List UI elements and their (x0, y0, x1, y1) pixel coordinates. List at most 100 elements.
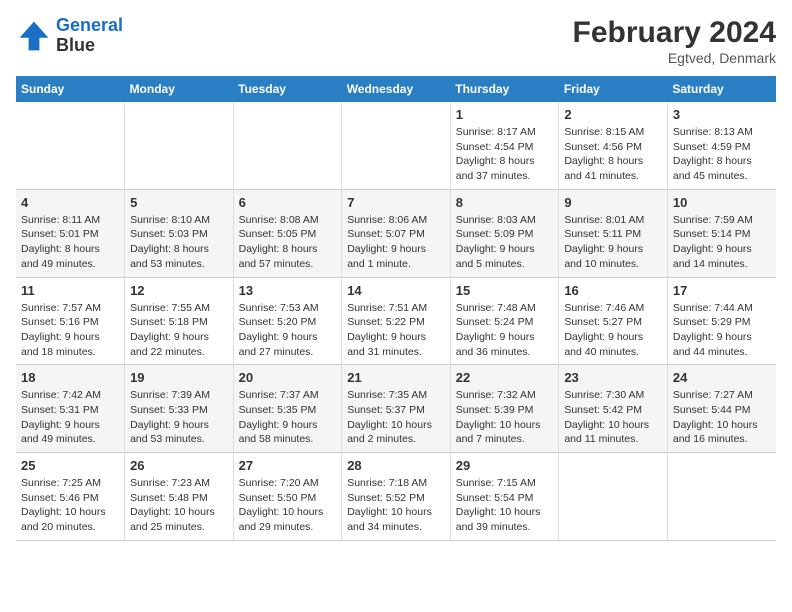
day-number: 19 (130, 370, 228, 385)
day-detail: Sunrise: 7:39 AM Sunset: 5:33 PM Dayligh… (130, 388, 228, 447)
day-number: 2 (564, 107, 662, 122)
day-number: 17 (673, 283, 771, 298)
calendar-day-1: 1 Sunrise: 8:17 AM Sunset: 4:54 PM Daylig… (450, 102, 559, 189)
calendar-day-21: 21 Sunrise: 7:35 AM Sunset: 5:37 PM Dayli… (342, 365, 451, 453)
calendar-empty-cell (559, 453, 668, 541)
calendar-day-12: 12 Sunrise: 7:55 AM Sunset: 5:18 PM Dayli… (125, 277, 234, 365)
calendar-day-11: 11 Sunrise: 7:57 AM Sunset: 5:16 PM Dayli… (16, 277, 125, 365)
calendar-day-18: 18 Sunrise: 7:42 AM Sunset: 5:31 PM Dayli… (16, 365, 125, 453)
day-detail: Sunrise: 7:15 AM Sunset: 5:54 PM Dayligh… (456, 476, 554, 535)
logo: GeneralBlue (16, 16, 123, 56)
day-number: 18 (21, 370, 119, 385)
calendar-day-7: 7 Sunrise: 8:06 AM Sunset: 5:07 PM Daylig… (342, 189, 451, 277)
day-detail: Sunrise: 8:06 AM Sunset: 5:07 PM Dayligh… (347, 213, 445, 272)
day-detail: Sunrise: 7:37 AM Sunset: 5:35 PM Dayligh… (239, 388, 337, 447)
day-number: 4 (21, 195, 119, 210)
day-number: 26 (130, 458, 228, 473)
calendar-day-10: 10 Sunrise: 7:59 AM Sunset: 5:14 PM Dayli… (667, 189, 776, 277)
day-detail: Sunrise: 7:57 AM Sunset: 5:16 PM Dayligh… (21, 301, 119, 360)
day-detail: Sunrise: 7:30 AM Sunset: 5:42 PM Dayligh… (564, 388, 662, 447)
day-detail: Sunrise: 7:51 AM Sunset: 5:22 PM Dayligh… (347, 301, 445, 360)
calendar-header-row: SundayMondayTuesdayWednesdayThursdayFrid… (16, 76, 776, 102)
day-header-friday: Friday (559, 76, 668, 102)
day-number: 16 (564, 283, 662, 298)
calendar-empty-cell (342, 102, 451, 189)
calendar-week-row: 1 Sunrise: 8:17 AM Sunset: 4:54 PM Daylig… (16, 102, 776, 189)
calendar-empty-cell (125, 102, 234, 189)
calendar-day-26: 26 Sunrise: 7:23 AM Sunset: 5:48 PM Dayli… (125, 453, 234, 541)
calendar-day-29: 29 Sunrise: 7:15 AM Sunset: 5:54 PM Dayli… (450, 453, 559, 541)
day-number: 1 (456, 107, 554, 122)
day-detail: Sunrise: 8:10 AM Sunset: 5:03 PM Dayligh… (130, 213, 228, 272)
calendar-day-28: 28Sunrise: 7:18 AM Sunset: 5:52 PM Dayli… (342, 453, 451, 541)
day-number: 7 (347, 195, 445, 210)
day-header-thursday: Thursday (450, 76, 559, 102)
day-number: 6 (239, 195, 337, 210)
day-detail: Sunrise: 8:03 AM Sunset: 5:09 PM Dayligh… (456, 213, 554, 272)
day-number: 20 (239, 370, 337, 385)
day-number: 21 (347, 370, 445, 385)
day-number: 13 (239, 283, 337, 298)
calendar-day-5: 5Sunrise: 8:10 AM Sunset: 5:03 PM Daylig… (125, 189, 234, 277)
day-detail: Sunrise: 7:18 AM Sunset: 5:52 PM Dayligh… (347, 476, 445, 535)
day-detail: Sunrise: 7:53 AM Sunset: 5:20 PM Dayligh… (239, 301, 337, 360)
calendar-day-16: 16 Sunrise: 7:46 AM Sunset: 5:27 PM Dayli… (559, 277, 668, 365)
day-detail: Sunrise: 7:42 AM Sunset: 5:31 PM Dayligh… (21, 388, 119, 447)
day-detail: Sunrise: 8:15 AM Sunset: 4:56 PM Dayligh… (564, 125, 662, 184)
day-detail: Sunrise: 8:13 AM Sunset: 4:59 PM Dayligh… (673, 125, 771, 184)
day-number: 8 (456, 195, 554, 210)
day-number: 10 (673, 195, 771, 210)
day-detail: Sunrise: 8:17 AM Sunset: 4:54 PM Dayligh… (456, 125, 554, 184)
day-detail: Sunrise: 7:55 AM Sunset: 5:18 PM Dayligh… (130, 301, 228, 360)
day-detail: Sunrise: 7:32 AM Sunset: 5:39 PM Dayligh… (456, 388, 554, 447)
day-detail: Sunrise: 7:59 AM Sunset: 5:14 PM Dayligh… (673, 213, 771, 272)
calendar-day-13: 13 Sunrise: 7:53 AM Sunset: 5:20 PM Dayli… (233, 277, 342, 365)
calendar-week-row: 18 Sunrise: 7:42 AM Sunset: 5:31 PM Dayli… (16, 365, 776, 453)
day-number: 9 (564, 195, 662, 210)
day-number: 25 (21, 458, 119, 473)
calendar-day-27: 27Sunrise: 7:20 AM Sunset: 5:50 PM Dayli… (233, 453, 342, 541)
calendar-day-2: 2 Sunrise: 8:15 AM Sunset: 4:56 PM Daylig… (559, 102, 668, 189)
day-detail: Sunrise: 7:46 AM Sunset: 5:27 PM Dayligh… (564, 301, 662, 360)
day-number: 11 (21, 283, 119, 298)
day-detail: Sunrise: 7:23 AM Sunset: 5:48 PM Dayligh… (130, 476, 228, 535)
calendar-empty-cell (667, 453, 776, 541)
calendar-day-6: 6 Sunrise: 8:08 AM Sunset: 5:05 PM Daylig… (233, 189, 342, 277)
calendar-week-row: 25 Sunrise: 7:25 AM Sunset: 5:46 PM Dayli… (16, 453, 776, 541)
calendar-day-20: 20 Sunrise: 7:37 AM Sunset: 5:35 PM Dayli… (233, 365, 342, 453)
day-detail: Sunrise: 7:25 AM Sunset: 5:46 PM Dayligh… (21, 476, 119, 535)
day-detail: Sunrise: 8:11 AM Sunset: 5:01 PM Dayligh… (21, 213, 119, 272)
calendar-week-row: 4 Sunrise: 8:11 AM Sunset: 5:01 PM Daylig… (16, 189, 776, 277)
title-area: February 2024 Egtved, Denmark (573, 16, 776, 66)
calendar-day-14: 14 Sunrise: 7:51 AM Sunset: 5:22 PM Dayli… (342, 277, 451, 365)
day-number: 14 (347, 283, 445, 298)
page-header: GeneralBlue February 2024 Egtved, Denmar… (16, 16, 776, 66)
calendar-empty-cell (16, 102, 125, 189)
calendar-empty-cell (233, 102, 342, 189)
main-title: February 2024 (573, 16, 776, 50)
day-header-tuesday: Tuesday (233, 76, 342, 102)
day-detail: Sunrise: 8:01 AM Sunset: 5:11 PM Dayligh… (564, 213, 662, 272)
calendar-day-17: 17Sunrise: 7:44 AM Sunset: 5:29 PM Dayli… (667, 277, 776, 365)
logo-icon (16, 18, 52, 54)
calendar-week-row: 11 Sunrise: 7:57 AM Sunset: 5:16 PM Dayli… (16, 277, 776, 365)
logo-text: GeneralBlue (56, 16, 123, 56)
calendar-day-15: 15Sunrise: 7:48 AM Sunset: 5:24 PM Dayli… (450, 277, 559, 365)
day-number: 29 (456, 458, 554, 473)
calendar-table: SundayMondayTuesdayWednesdayThursdayFrid… (16, 76, 776, 541)
day-header-monday: Monday (125, 76, 234, 102)
day-detail: Sunrise: 7:35 AM Sunset: 5:37 PM Dayligh… (347, 388, 445, 447)
day-header-wednesday: Wednesday (342, 76, 451, 102)
day-number: 27 (239, 458, 337, 473)
calendar-day-3: 3Sunrise: 8:13 AM Sunset: 4:59 PM Daylig… (667, 102, 776, 189)
day-header-saturday: Saturday (667, 76, 776, 102)
sub-title: Egtved, Denmark (573, 50, 776, 66)
day-detail: Sunrise: 8:08 AM Sunset: 5:05 PM Dayligh… (239, 213, 337, 272)
day-number: 22 (456, 370, 554, 385)
day-number: 12 (130, 283, 228, 298)
calendar-day-8: 8 Sunrise: 8:03 AM Sunset: 5:09 PM Daylig… (450, 189, 559, 277)
calendar-day-22: 22 Sunrise: 7:32 AM Sunset: 5:39 PM Dayli… (450, 365, 559, 453)
calendar-day-4: 4 Sunrise: 8:11 AM Sunset: 5:01 PM Daylig… (16, 189, 125, 277)
day-number: 24 (673, 370, 771, 385)
day-detail: Sunrise: 7:27 AM Sunset: 5:44 PM Dayligh… (673, 388, 771, 447)
